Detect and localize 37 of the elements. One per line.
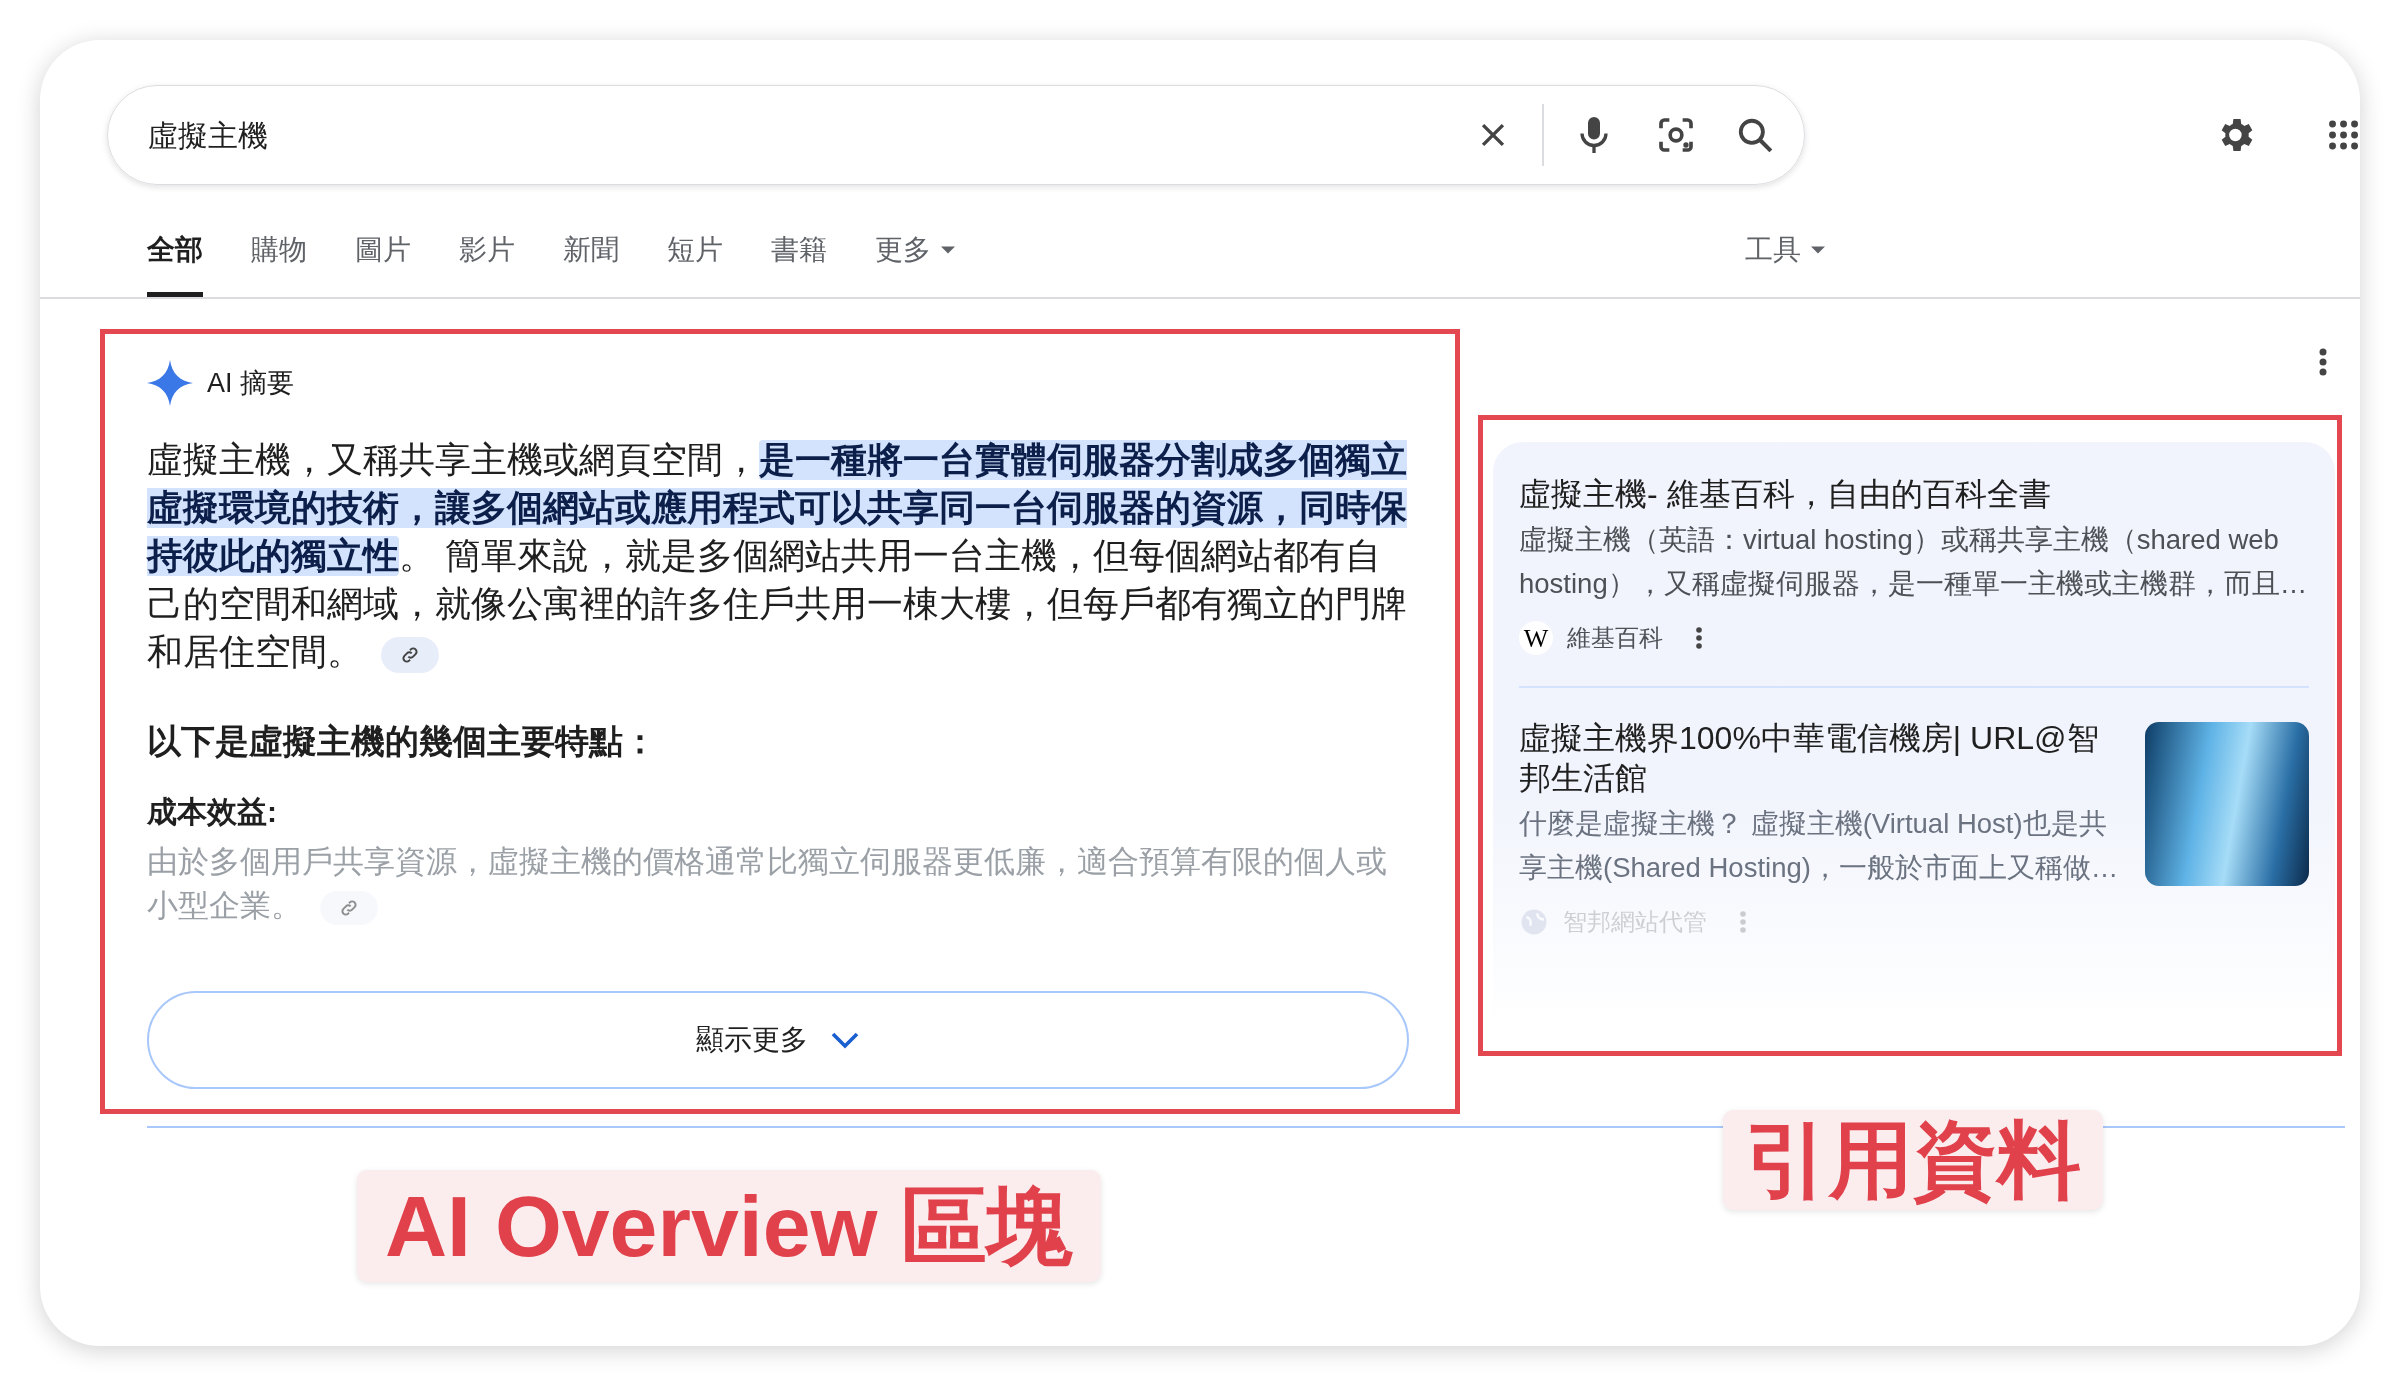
- feature-title: 成本效益:: [147, 794, 278, 830]
- result-snippet: 什麼是虛擬主機？ 虛擬主機(Virtual Host)也是共享主機(Shared Hosting)，一般於市面上又稱做…: [1519, 807, 2119, 885]
- search-tab[interactable]: 影片: [459, 213, 515, 297]
- features-heading: 以下是虛擬主機的幾個主要特點：: [147, 721, 658, 762]
- tools-menu[interactable]: 工具: [1745, 213, 1825, 297]
- apps-grid-icon[interactable]: [2326, 118, 2360, 152]
- ai-overview-title: AI 摘要: [207, 366, 294, 400]
- annotation-label: 引用資料: [1723, 1110, 2103, 1210]
- more-options-icon[interactable]: [2318, 347, 2328, 377]
- summary-paragraph: 虛擬主機，又稱共享主機或網頁空間，是一種將一台實體伺服器分割成多個獨立虛擬環境的技術，讓多個網站或應用程式可以共享同一台伺服器的資源，同時保持彼此的獨立性。 簡單來說，就是多個網站共用一台主機，但每個網站都有自己的空間和網域，就像公寓裡的許多住戶共用一棟大樓，但每戶都有獨立的門牌和居住空間。: [147, 439, 1408, 675]
- search-tab[interactable]: 書籍: [771, 213, 827, 297]
- globe-icon: [1519, 907, 1549, 937]
- site-name[interactable]: 維基百科: [1567, 620, 1663, 656]
- search-tab[interactable]: 更多: [875, 213, 955, 297]
- search-icon[interactable]: [1736, 116, 1775, 154]
- tools-label: 工具: [1745, 233, 1801, 267]
- site-logo: W: [1519, 621, 1553, 655]
- result-snippet: 虛擬主機（英語：virtual hosting）或稱共享主機（shared web hosting），又稱虛擬伺服器，是一種單一主機或主機群，而且…: [1519, 523, 2309, 601]
- link-icon: [400, 644, 420, 665]
- search-tab[interactable]: 購物: [251, 213, 307, 297]
- search-tab[interactable]: 新聞: [563, 213, 619, 297]
- search-tab[interactable]: 全部: [147, 213, 203, 297]
- feature-text: 由於多個用戶共享資源，虛擬主機的價格通常比獨立伺服器更低廉，適合預算有限的個人或小型企業。: [147, 843, 1388, 927]
- result-title[interactable]: 虛擬主機界100%中華電信機房| URL@智邦生活館: [1519, 718, 2119, 798]
- result-title[interactable]: 虛擬主機- 維基百科，自由的百科全書: [1519, 474, 2309, 514]
- more-options-icon[interactable]: [1695, 625, 1703, 651]
- search-tab[interactable]: 短片: [667, 213, 723, 297]
- caret-icon: [1811, 246, 1825, 254]
- link-icon: [339, 897, 359, 918]
- search-tab[interactable]: 圖片: [355, 213, 411, 297]
- sparkle-icon: [147, 360, 193, 406]
- annotation-label: AI Overview 區塊: [357, 1170, 1102, 1282]
- search-query: 虛擬主機: [148, 117, 269, 154]
- caret-icon: [941, 245, 955, 254]
- link-button[interactable]: [381, 636, 439, 673]
- show-more-button[interactable]: 顯示更多: [147, 991, 1409, 1089]
- chevron-down-icon: [830, 1031, 860, 1049]
